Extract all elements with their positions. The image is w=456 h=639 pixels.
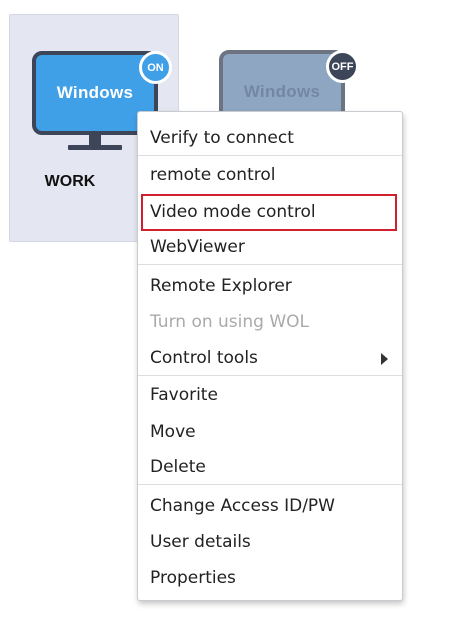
menu-item-webviewer[interactable]: WebViewer: [138, 230, 402, 264]
menu-separator: [138, 375, 402, 376]
menu-item-move[interactable]: Move: [138, 415, 402, 449]
device-name: WORK: [44, 173, 96, 190]
menu-separator: [138, 484, 402, 485]
context-menu: Verify to connect remote control Video m…: [137, 111, 403, 601]
menu-item-verify-to-connect[interactable]: Verify to connect: [138, 121, 402, 155]
chevron-right-icon: [381, 353, 388, 365]
menu-item-user-details[interactable]: User details: [138, 525, 402, 559]
menu-item-label: Control tools: [150, 348, 258, 368]
monitor-os-label: Windows: [243, 82, 321, 101]
menu-item-change-access-id-pw[interactable]: Change Access ID/PW: [138, 489, 402, 523]
status-badge-on: ON: [139, 51, 172, 84]
menu-item-control-tools[interactable]: Control tools: [138, 341, 402, 375]
menu-item-delete[interactable]: Delete: [138, 450, 402, 484]
menu-item-properties[interactable]: Properties: [138, 561, 402, 595]
monitor-os-label: Windows: [56, 83, 134, 102]
status-badge-off: OFF: [326, 50, 359, 83]
menu-item-remote-explorer[interactable]: Remote Explorer: [138, 269, 402, 303]
menu-separator: [138, 264, 402, 265]
menu-item-remote-control[interactable]: remote control: [138, 158, 402, 192]
menu-item-turn-on-wol: Turn on using WOL: [150, 312, 310, 332]
highlight-box: [141, 194, 397, 231]
device-list-area: Windows ON WORK Windows OFF Verify to co…: [0, 0, 456, 639]
monitor-base: [68, 145, 122, 150]
menu-separator: [138, 155, 402, 156]
menu-item-favorite[interactable]: Favorite: [138, 378, 402, 412]
